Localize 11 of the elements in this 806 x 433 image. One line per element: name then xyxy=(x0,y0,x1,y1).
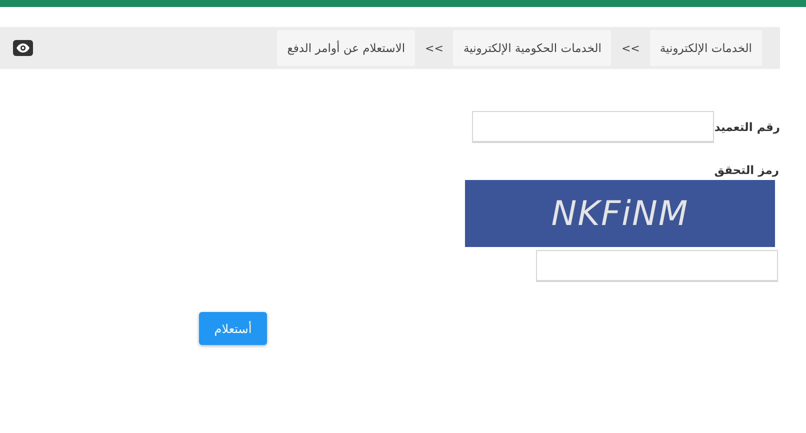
field-label: رمز التحقق xyxy=(714,163,779,177)
eye-icon[interactable] xyxy=(13,40,33,56)
breadcrumb-separator: >> xyxy=(621,42,640,54)
field-label: رقم التعميد xyxy=(714,120,780,134)
input-field[interactable] xyxy=(472,111,714,143)
captcha-text: NKFiNM xyxy=(551,194,689,234)
breadcrumb-link[interactable]: الخدمات الحكومية الإلكترونية xyxy=(453,30,612,66)
breadcrumb-separator: >> xyxy=(425,42,444,54)
input-field[interactable] xyxy=(536,250,778,282)
breadcrumb-link[interactable]: الاستعلام عن أوامر الدفع xyxy=(277,30,416,66)
breadcrumb-link[interactable]: الخدمات الإلكترونية xyxy=(650,30,762,66)
